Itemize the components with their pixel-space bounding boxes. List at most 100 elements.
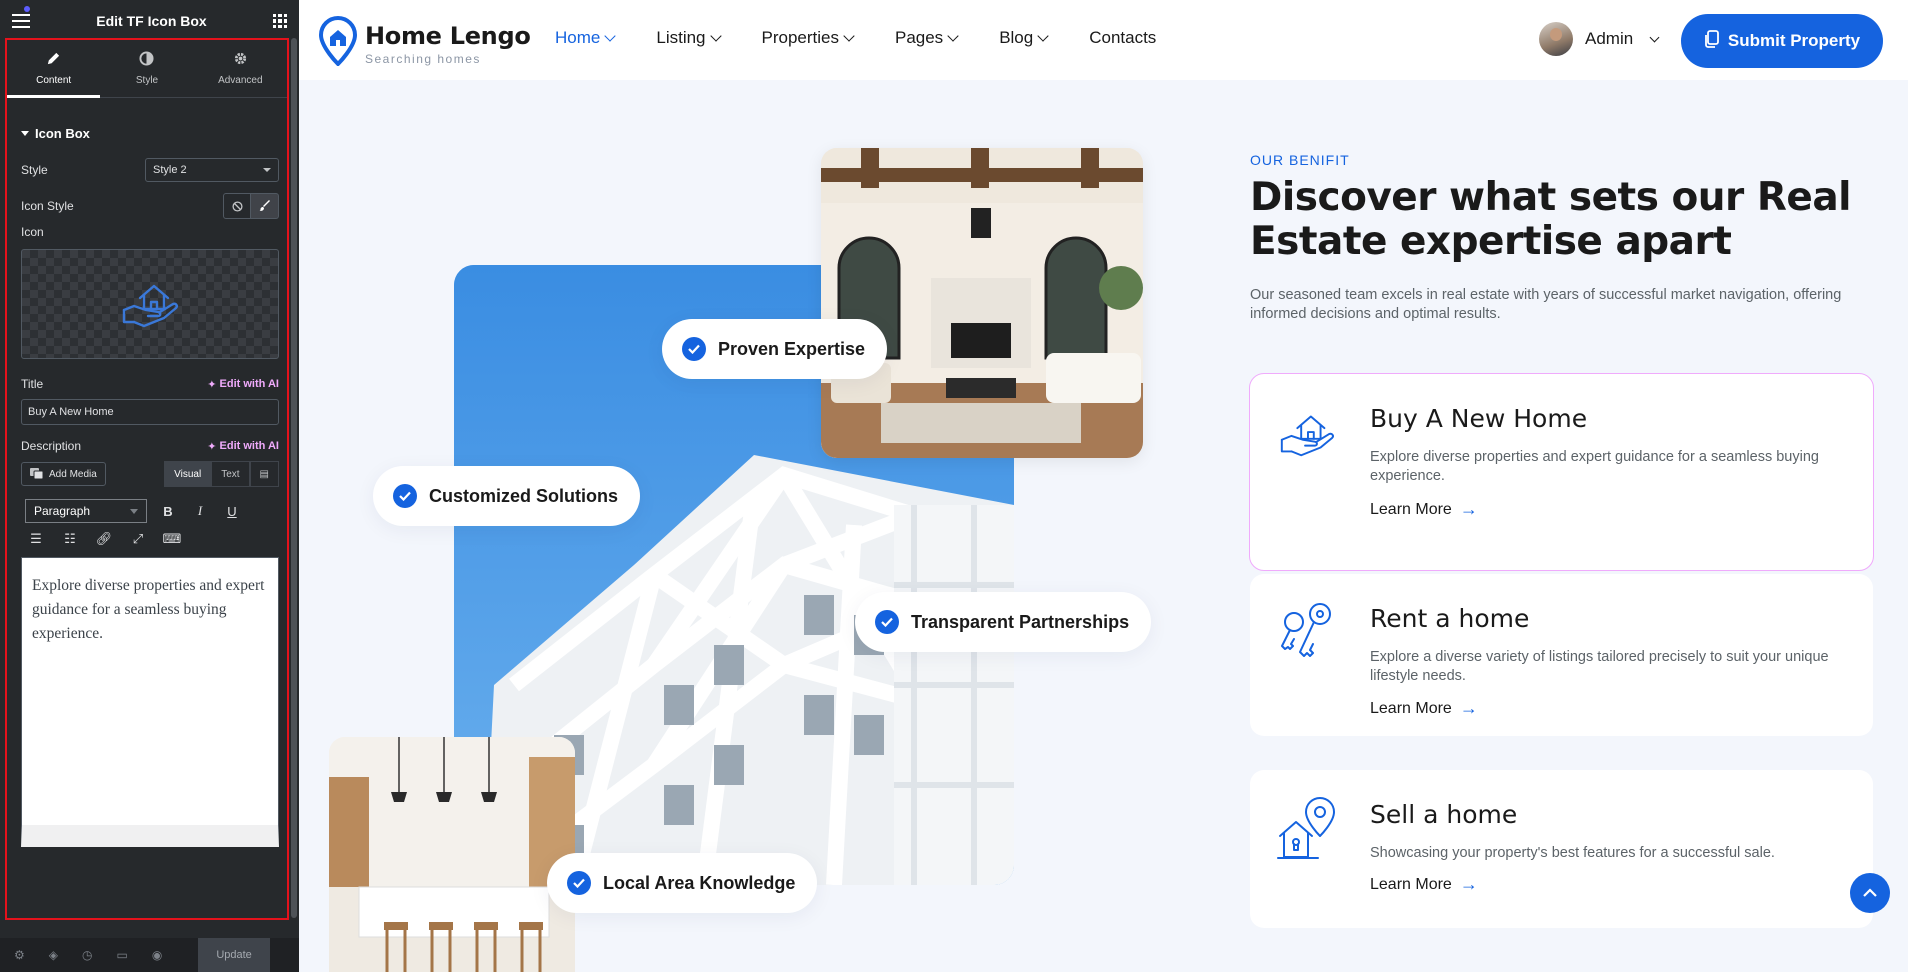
title-label: Title xyxy=(21,377,44,391)
responsive-icon[interactable]: ▭ xyxy=(116,948,127,962)
nav-home[interactable]: Home xyxy=(555,28,617,48)
style-select-value: Style 2 xyxy=(153,164,187,176)
add-media-button[interactable]: Add Media xyxy=(21,462,106,486)
arrow-right-icon: → xyxy=(1459,499,1478,519)
widgets-grid-icon[interactable] xyxy=(272,14,287,28)
tab-content-label: Content xyxy=(36,75,72,86)
learn-more-link[interactable]: Learn More → xyxy=(1370,874,1478,895)
chevron-down-icon xyxy=(947,30,959,42)
panel-scrollbar[interactable] xyxy=(291,38,297,918)
history-icon[interactable]: ◷ xyxy=(82,948,92,962)
badge-label: Customized Solutions xyxy=(429,485,618,506)
icon-media-picker[interactable] xyxy=(21,249,279,359)
tab-style[interactable]: Style xyxy=(100,40,193,97)
style-select[interactable]: Style 2 xyxy=(145,158,279,182)
description-editor: Add Media Visual Text ▤ Paragraph B I U … xyxy=(21,461,279,847)
underline-icon[interactable]: U xyxy=(221,504,243,519)
title-edit-with-ai[interactable]: ✦ Edit with AI xyxy=(207,378,279,391)
site-logo[interactable]: Home Lengo Searching homes xyxy=(318,15,531,71)
format-select[interactable]: Paragraph xyxy=(25,499,147,523)
menu-icon[interactable] xyxy=(12,6,30,28)
link-icon[interactable]: 🔗︎ xyxy=(93,531,115,547)
chevron-down-icon xyxy=(1037,30,1049,42)
nav-contacts[interactable]: Contacts xyxy=(1089,28,1156,48)
description-edit-with-ai[interactable]: ✦ Edit with AI xyxy=(207,440,279,453)
learn-more-label: Learn More xyxy=(1370,500,1452,518)
tab-advanced-label: Advanced xyxy=(218,75,263,86)
none-icon[interactable] xyxy=(223,193,251,219)
section-intro: Our seasoned team excels in real estate … xyxy=(1250,287,1842,322)
keyboard-icon[interactable]: ⌨ xyxy=(161,531,183,547)
logo-name: Home Lengo xyxy=(365,21,531,50)
text-tab[interactable]: Text xyxy=(211,461,250,487)
section-subtitle: OUR BENIFIT xyxy=(1250,152,1350,168)
brush-icon[interactable] xyxy=(251,193,279,219)
section-toggle-icon-box[interactable]: Icon Box xyxy=(7,98,287,155)
house-hand-icon xyxy=(1276,400,1338,466)
dropdown-arrow-icon xyxy=(263,168,271,172)
tab-content[interactable]: Content xyxy=(7,40,101,98)
keys-icon xyxy=(1276,600,1338,666)
kitchen-image xyxy=(329,737,575,972)
media-icon xyxy=(30,467,44,482)
avatar xyxy=(1539,22,1573,56)
nav-properties-label: Properties xyxy=(761,28,839,47)
fullscreen-icon[interactable]: ⤢ xyxy=(127,531,149,547)
visual-tab[interactable]: Visual xyxy=(164,461,212,487)
icon-style-choices xyxy=(223,193,279,219)
bullet-list-icon[interactable]: ☰ xyxy=(25,531,47,547)
toolbar-toggle-icon[interactable]: ▤ xyxy=(249,461,279,487)
badge-label: Local Area Knowledge xyxy=(603,872,796,893)
submit-property-label: Submit Property xyxy=(1727,31,1861,50)
numbered-list-icon[interactable]: ☷ xyxy=(59,531,81,547)
admin-label: Admin xyxy=(1585,29,1634,48)
notification-dot xyxy=(24,6,30,12)
layers-icon[interactable]: ◈ xyxy=(49,948,58,962)
title-input[interactable]: Buy A New Home xyxy=(21,399,279,425)
arrow-right-icon: → xyxy=(1459,698,1478,718)
settings-icon[interactable]: ⚙ xyxy=(14,948,25,962)
description-control-header: Description ✦ Edit with AI xyxy=(7,439,287,453)
title-control-header: Title ✦ Edit with AI xyxy=(7,377,287,391)
service-card-buy[interactable]: Buy A New Home Explore diverse propertie… xyxy=(1249,373,1874,571)
chevron-down-icon xyxy=(843,30,855,42)
panel-title: Edit TF Icon Box xyxy=(96,13,207,29)
learn-more-link[interactable]: Learn More → xyxy=(1370,499,1478,520)
icon-style-label: Icon Style xyxy=(21,199,74,213)
badge-local-area-knowledge: Local Area Knowledge xyxy=(547,853,818,913)
card-description: Explore diverse properties and expert gu… xyxy=(1370,449,1819,484)
panel-footer: ⚙ ◈ ◷ ▭ ◉ Update xyxy=(0,938,299,972)
scroll-to-top-button[interactable] xyxy=(1850,873,1890,913)
panel-content-frame: Content Style Advanced Icon Box Style St… xyxy=(5,38,289,920)
nav-listing[interactable]: Listing xyxy=(656,28,722,48)
check-icon xyxy=(393,484,417,508)
badge-customized-solutions: Customized Solutions xyxy=(373,466,640,526)
editor-mode-tabs: Visual Text ▤ xyxy=(164,461,279,487)
preview-icon[interactable]: ◉ xyxy=(152,948,162,962)
check-icon xyxy=(682,337,706,361)
description-textarea[interactable]: Explore diverse properties and expert gu… xyxy=(21,557,279,847)
learn-more-label: Learn More xyxy=(1370,875,1452,893)
badge-label: Transparent Partnerships xyxy=(911,611,1130,632)
card-description: Showcasing your property's best features… xyxy=(1370,845,1775,861)
admin-menu[interactable]: Admin xyxy=(1539,22,1660,56)
nav-pages-label: Pages xyxy=(894,28,944,47)
nav-pages[interactable]: Pages xyxy=(894,28,959,48)
section-title: Discover what sets our Real Estate exper… xyxy=(1250,175,1852,264)
nav-blog[interactable]: Blog xyxy=(999,28,1049,48)
nav-properties[interactable]: Properties xyxy=(761,28,855,48)
service-card-sell[interactable]: Sell a home Showcasing your property's b… xyxy=(1250,770,1873,928)
tab-advanced[interactable]: Advanced xyxy=(194,40,287,97)
toolbar-row-1: Paragraph B I U xyxy=(25,497,275,525)
learn-more-link[interactable]: Learn More → xyxy=(1370,698,1478,719)
description-label: Description xyxy=(21,439,82,453)
nav-blog-label: Blog xyxy=(999,28,1034,47)
service-card-rent[interactable]: Rent a home Explore a diverse variety of… xyxy=(1250,574,1873,736)
update-button[interactable]: Update xyxy=(198,938,270,972)
badge-proven-expertise: Proven Expertise xyxy=(662,319,888,379)
italic-icon[interactable]: I xyxy=(189,503,211,519)
submit-property-button[interactable]: Submit Property xyxy=(1681,14,1883,68)
style-label: Style xyxy=(21,163,48,177)
pencil-icon xyxy=(46,51,61,70)
bold-icon[interactable]: B xyxy=(157,504,179,519)
